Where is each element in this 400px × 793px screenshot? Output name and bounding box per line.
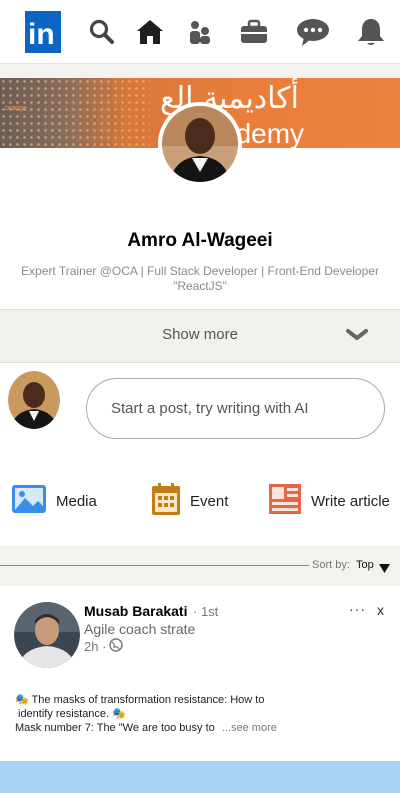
media-icon: [11, 484, 47, 519]
event-button[interactable]: Event: [151, 482, 228, 520]
user-avatar[interactable]: [8, 371, 60, 429]
top-navigation: in: [0, 0, 400, 64]
messaging-icon[interactable]: [295, 0, 331, 64]
profile-avatar[interactable]: [158, 102, 242, 186]
event-label: Event: [190, 492, 229, 510]
post-timestamp: 2h ·: [84, 638, 124, 655]
post-media-preview[interactable]: [0, 761, 400, 793]
post-body-line: Mask number 7: The "We are too busy to .…: [15, 721, 315, 735]
post-time-text: 2h ·: [84, 639, 107, 654]
sort-by-label: Sort by:: [312, 559, 350, 571]
write-article-icon: [268, 483, 302, 520]
home-icon[interactable]: [134, 0, 166, 64]
post-author-avatar[interactable]: [14, 602, 80, 668]
profile-card: orange أكاديمية الع ademy Amro Al-Wageei…: [0, 78, 400, 363]
see-more-link[interactable]: ...see more: [222, 722, 277, 734]
feed-sort-bar: Sort by: Top: [0, 546, 400, 586]
caret-down-icon[interactable]: [379, 560, 390, 578]
banner-pattern: [0, 78, 150, 148]
post-body-text: Mask number 7: The "We are too busy to: [15, 722, 215, 734]
post-author-headline: Agile coach strate: [84, 621, 196, 637]
media-label: Media: [56, 492, 97, 510]
profile-headline: Expert Trainer @OCA | Full Stack Develop…: [21, 264, 379, 293]
banner-brand-text: orange: [5, 105, 27, 112]
linkedin-logo[interactable]: in: [25, 0, 61, 64]
search-icon[interactable]: [88, 0, 116, 64]
post-body: 🎭 The masks of transformation resistance…: [15, 693, 315, 735]
jobs-icon[interactable]: [238, 0, 270, 64]
show-more-button[interactable]: Show more: [0, 309, 400, 363]
start-post-placeholder: Start a post, try writing with AI: [111, 400, 309, 417]
globe-icon: [109, 638, 124, 655]
post-author-name[interactable]: Musab Barakati: [84, 603, 187, 619]
sort-by-value[interactable]: Top: [356, 559, 374, 571]
write-article-button[interactable]: Write article: [268, 482, 390, 520]
post-more-options-button[interactable]: ···: [349, 601, 366, 617]
post-body-line: 🎭 The masks of transformation resistance…: [15, 694, 265, 706]
post-dismiss-button[interactable]: x: [377, 602, 384, 618]
show-more-label: Show more: [162, 326, 238, 343]
post-body-line: identify resistance. 🎭: [18, 708, 126, 720]
logo-text: in: [28, 18, 55, 51]
write-article-label: Write article: [311, 492, 390, 510]
chevron-down-icon: [346, 328, 368, 347]
sort-divider: [0, 565, 309, 566]
profile-name[interactable]: Amro Al-Wageei: [0, 230, 400, 252]
my-network-icon[interactable]: [185, 0, 215, 64]
notifications-icon[interactable]: [354, 0, 388, 64]
feed-post: Musab Barakati · 1st Agile coach strate …: [0, 586, 400, 761]
event-icon: [151, 482, 181, 521]
connection-degree: · 1st: [193, 604, 219, 619]
post-composer: Start a post, try writing with AI Media …: [0, 363, 400, 546]
media-button[interactable]: Media: [11, 482, 97, 520]
start-post-input[interactable]: Start a post, try writing with AI: [86, 378, 385, 439]
